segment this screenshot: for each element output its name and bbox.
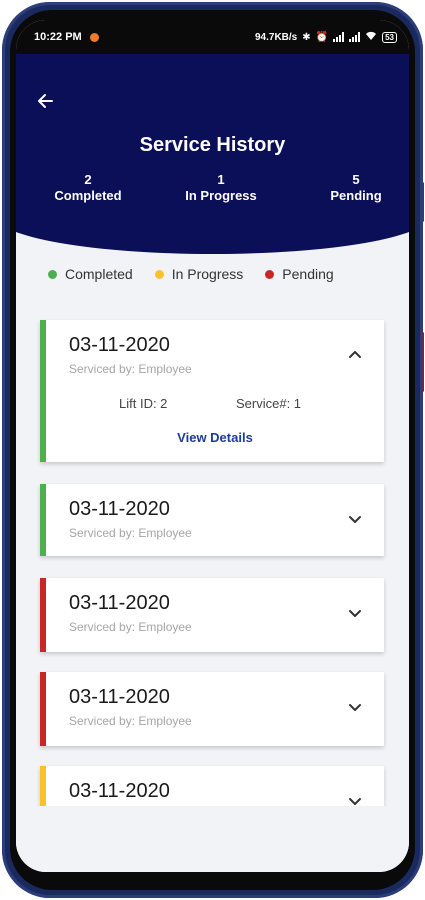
power-button bbox=[421, 332, 424, 392]
stat-pending: 5 Pending bbox=[316, 172, 396, 204]
service-card[interactable]: 03-11-2020 Serviced by: Employee bbox=[40, 578, 384, 652]
stat-completed: 2 Completed bbox=[48, 172, 128, 204]
service-date: 03-11-2020 bbox=[69, 686, 170, 708]
status-time: 10:22 PM bbox=[34, 31, 82, 43]
service-card[interactable]: 03-11-2020 Serviced by: Employee Lift ID… bbox=[40, 320, 384, 462]
legend-label: Pending bbox=[282, 266, 334, 282]
red-dot-icon bbox=[265, 269, 275, 279]
arrow-left-icon bbox=[38, 94, 53, 108]
stat-label: Completed bbox=[54, 188, 122, 203]
stat-count: 1 bbox=[217, 172, 225, 187]
service-card[interactable]: 03-11-2020 Serviced by: Employee bbox=[40, 672, 384, 746]
stat-in-progress: 1 In Progress bbox=[166, 172, 276, 204]
view-details-link[interactable]: View Details bbox=[46, 430, 384, 445]
serviced-by: Serviced by: Employee bbox=[69, 362, 192, 376]
stat-count: 5 bbox=[352, 172, 360, 187]
network-speed: 94.7KB/s bbox=[255, 31, 298, 43]
battery-icon: 53 bbox=[382, 31, 397, 43]
back-button[interactable] bbox=[32, 88, 58, 114]
page-title: Service History bbox=[139, 134, 286, 156]
service-date: 03-11-2020 bbox=[69, 592, 170, 614]
serviced-by: Serviced by: Employee bbox=[69, 714, 192, 728]
lift-id: Lift ID: 2 bbox=[119, 396, 168, 411]
serviced-by: Serviced by: Employee bbox=[69, 526, 192, 540]
wifi-icon bbox=[365, 31, 377, 44]
legend-item-in-progress: In Progress bbox=[154, 266, 244, 282]
service-date: 03-11-2020 bbox=[69, 780, 170, 802]
app-screen: 10:22 PM 94.7KB/s ✱ ⏰ 53 Service History… bbox=[16, 20, 409, 872]
legend-item-completed: Completed bbox=[48, 266, 133, 282]
signal-icon bbox=[333, 32, 345, 42]
signal-icon-2 bbox=[349, 32, 361, 42]
green-dot-icon bbox=[48, 269, 57, 279]
legend-label: In Progress bbox=[171, 266, 244, 282]
yellow-dot-icon bbox=[154, 269, 164, 279]
bottom-area bbox=[16, 806, 409, 872]
status-bar: 10:22 PM 94.7KB/s ✱ ⏰ 53 bbox=[16, 20, 409, 54]
notification-icon bbox=[89, 32, 99, 42]
volume-button bbox=[421, 182, 424, 222]
service-number: Service#: 1 bbox=[236, 396, 302, 411]
stat-count: 2 bbox=[84, 172, 92, 187]
stat-label: In Progress bbox=[185, 188, 257, 203]
legend-item-pending: Pending bbox=[265, 266, 334, 282]
header: Service History 2 Completed 1 In Progres… bbox=[16, 54, 409, 254]
service-card[interactable]: 03-11-2020 Serviced by: Employee bbox=[40, 484, 384, 556]
chevron-up-icon[interactable] bbox=[348, 348, 362, 362]
service-date: 03-11-2020 bbox=[69, 498, 170, 520]
bluetooth-icon: ✱ bbox=[302, 31, 311, 43]
chevron-down-icon[interactable] bbox=[348, 700, 362, 714]
chevron-down-icon[interactable] bbox=[348, 606, 362, 620]
chevron-down-icon[interactable] bbox=[348, 512, 362, 526]
service-date: 03-11-2020 bbox=[69, 334, 170, 356]
alarm-icon: ⏰ bbox=[315, 31, 329, 43]
serviced-by: Serviced by: Employee bbox=[69, 620, 192, 634]
status-legend: Completed In Progress Pending bbox=[48, 266, 334, 282]
stat-label: Pending bbox=[330, 188, 382, 203]
legend-label: Completed bbox=[65, 266, 133, 282]
